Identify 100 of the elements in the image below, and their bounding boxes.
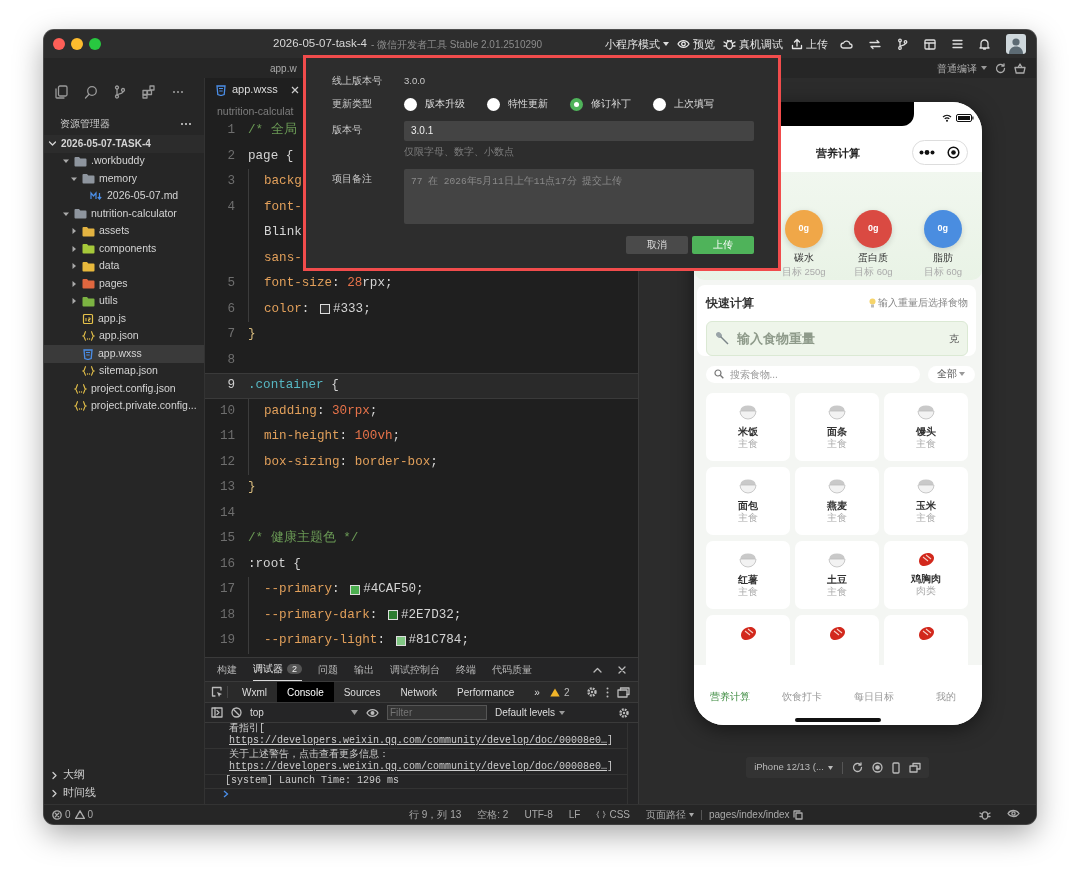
tree-item[interactable]: app.js bbox=[44, 310, 204, 328]
tree-item[interactable]: project.config.json bbox=[44, 380, 204, 398]
branch-icon[interactable] bbox=[114, 85, 126, 99]
version-field[interactable]: 3.0.1 bbox=[404, 120, 754, 141]
chevron-icon[interactable] bbox=[48, 139, 57, 149]
tree-item[interactable]: memory bbox=[44, 170, 204, 188]
tree-item[interactable]: 2026-05-07-TASK-4 bbox=[44, 135, 204, 153]
more-tabs-button[interactable]: » bbox=[524, 682, 550, 702]
devtools-tab[interactable]: Console bbox=[277, 682, 334, 702]
panel-tab[interactable]: 构建 bbox=[217, 658, 237, 681]
swap-icon[interactable] bbox=[869, 38, 881, 50]
weight-input[interactable]: 输入食物重量 bbox=[734, 321, 943, 355]
food-card[interactable]: 土豆 主食 bbox=[794, 540, 879, 609]
chevron-icon[interactable] bbox=[50, 770, 59, 780]
bell-icon[interactable] bbox=[979, 38, 990, 50]
tree-item[interactable]: app.json bbox=[44, 327, 204, 345]
chevron-icon[interactable] bbox=[50, 788, 59, 798]
close-button[interactable] bbox=[53, 38, 65, 50]
layout-icon[interactable] bbox=[924, 38, 936, 50]
files-icon[interactable] bbox=[54, 85, 68, 99]
basket-icon[interactable] bbox=[1014, 62, 1026, 74]
capsule-button[interactable] bbox=[911, 140, 968, 165]
food-card[interactable] bbox=[883, 614, 968, 665]
filter-dropdown[interactable]: 全部 bbox=[927, 365, 975, 383]
food-card[interactable]: 面包 主食 bbox=[705, 466, 790, 535]
radio-icon[interactable] bbox=[404, 97, 417, 111]
sidebar-toggle-icon[interactable] bbox=[211, 707, 223, 718]
tree-item[interactable]: sitemap.json bbox=[44, 362, 204, 380]
device-dropdown[interactable]: iPhone 12/13 (... bbox=[754, 760, 833, 775]
caret-icon[interactable] bbox=[70, 244, 78, 253]
language-mode[interactable]: CSS bbox=[596, 807, 630, 822]
minimize-button[interactable] bbox=[71, 38, 83, 50]
panel-tab[interactable]: 调试器 2 bbox=[253, 658, 302, 681]
dock-icon[interactable] bbox=[617, 686, 630, 698]
target-icon[interactable] bbox=[947, 146, 961, 159]
console-link[interactable]: https://developers.weixin.qq.com/community/develop/doc/00008e0… bbox=[229, 761, 608, 773]
food-card[interactable]: 鸡胸肉 肉类 bbox=[883, 540, 968, 609]
caret-icon[interactable] bbox=[70, 227, 78, 236]
panel-tab[interactable]: 终端 bbox=[456, 658, 476, 681]
page-path-dropdown[interactable]: 页面路径 bbox=[646, 807, 694, 822]
eye-icon[interactable] bbox=[366, 707, 379, 718]
cloud-icon[interactable] bbox=[840, 39, 853, 49]
radio-icon[interactable] bbox=[487, 97, 500, 111]
panel-tab[interactable]: 代码质量 bbox=[492, 658, 532, 681]
bug-icon[interactable] bbox=[979, 809, 991, 820]
food-card[interactable] bbox=[794, 614, 879, 665]
context-dropdown[interactable]: top bbox=[250, 705, 358, 720]
indent-setting[interactable]: 空格: 2 bbox=[477, 807, 509, 822]
panel-header[interactable]: 大纲 bbox=[44, 766, 204, 784]
tree-item[interactable]: project.private.config... bbox=[44, 397, 204, 415]
panel-header[interactable]: 时间线 bbox=[44, 784, 204, 802]
settings-icon[interactable] bbox=[618, 706, 630, 719]
line-ending[interactable]: LF bbox=[568, 807, 581, 822]
extensions-icon[interactable] bbox=[142, 85, 156, 99]
food-card[interactable]: 面条 主食 bbox=[794, 392, 879, 461]
branch-icon[interactable] bbox=[897, 38, 908, 50]
collapse-icon[interactable] bbox=[593, 666, 602, 673]
food-card[interactable]: 燕麦 主食 bbox=[794, 466, 879, 535]
cancel-button[interactable]: 取消 bbox=[626, 236, 688, 254]
tree-item[interactable]: .workbuddy bbox=[44, 152, 204, 170]
tree-item[interactable]: nutrition-calculator bbox=[44, 205, 204, 223]
tree-item[interactable]: pages bbox=[44, 275, 204, 293]
debug-button[interactable]: 真机调试 bbox=[723, 35, 783, 53]
eye-icon[interactable] bbox=[1007, 809, 1020, 818]
clear-icon[interactable] bbox=[231, 707, 242, 718]
update-type-radio[interactable]: 上次填写 bbox=[653, 96, 714, 112]
mode-dropdown[interactable]: 小程序模式 bbox=[605, 35, 669, 53]
warning-count[interactable]: 0 bbox=[74, 807, 94, 822]
caret-icon[interactable] bbox=[70, 279, 78, 288]
kebab-icon[interactable] bbox=[606, 686, 609, 698]
tree-item[interactable]: components bbox=[44, 240, 204, 258]
phone-icon[interactable] bbox=[891, 761, 900, 774]
panel-tab[interactable]: 输出 bbox=[354, 658, 374, 681]
encoding[interactable]: UTF-8 bbox=[524, 807, 553, 822]
breadcrumb[interactable]: nutrition-calculat bbox=[217, 105, 294, 117]
panel-tab[interactable]: 问题 bbox=[318, 658, 338, 681]
tree-item[interactable]: 2026-05-07.md bbox=[44, 187, 204, 205]
weight-field[interactable]: 输入食物重量 克 bbox=[705, 320, 968, 356]
devtools-tab[interactable]: Sources bbox=[333, 682, 391, 702]
tree-item[interactable]: app.wxss bbox=[44, 345, 204, 363]
food-card[interactable]: 米饭 主食 bbox=[705, 392, 790, 461]
color-swatch[interactable] bbox=[350, 584, 361, 595]
warning-count[interactable]: 2 bbox=[549, 684, 570, 700]
update-type-radio[interactable]: 版本升级 bbox=[404, 96, 465, 112]
tree-item[interactable]: assets bbox=[44, 222, 204, 240]
color-swatch[interactable] bbox=[387, 610, 398, 621]
update-type-radio[interactable]: 特性更新 bbox=[487, 96, 548, 112]
caret-icon[interactable] bbox=[70, 262, 78, 271]
compile-dropdown[interactable]: 普通编译 bbox=[937, 60, 987, 76]
search-icon[interactable] bbox=[84, 85, 98, 99]
more-icon[interactable] bbox=[918, 150, 935, 155]
windows-icon[interactable] bbox=[908, 762, 921, 773]
food-card[interactable]: 馒头 主食 bbox=[883, 392, 968, 461]
food-card[interactable]: 红薯 主食 bbox=[705, 540, 790, 609]
close-icon[interactable] bbox=[618, 665, 626, 674]
color-swatch[interactable] bbox=[319, 304, 330, 315]
devtools-tab[interactable]: Wxml bbox=[232, 682, 277, 702]
menu-icon[interactable] bbox=[952, 39, 963, 49]
tree-item[interactable]: utils bbox=[44, 292, 204, 310]
settings-icon[interactable] bbox=[586, 686, 598, 698]
